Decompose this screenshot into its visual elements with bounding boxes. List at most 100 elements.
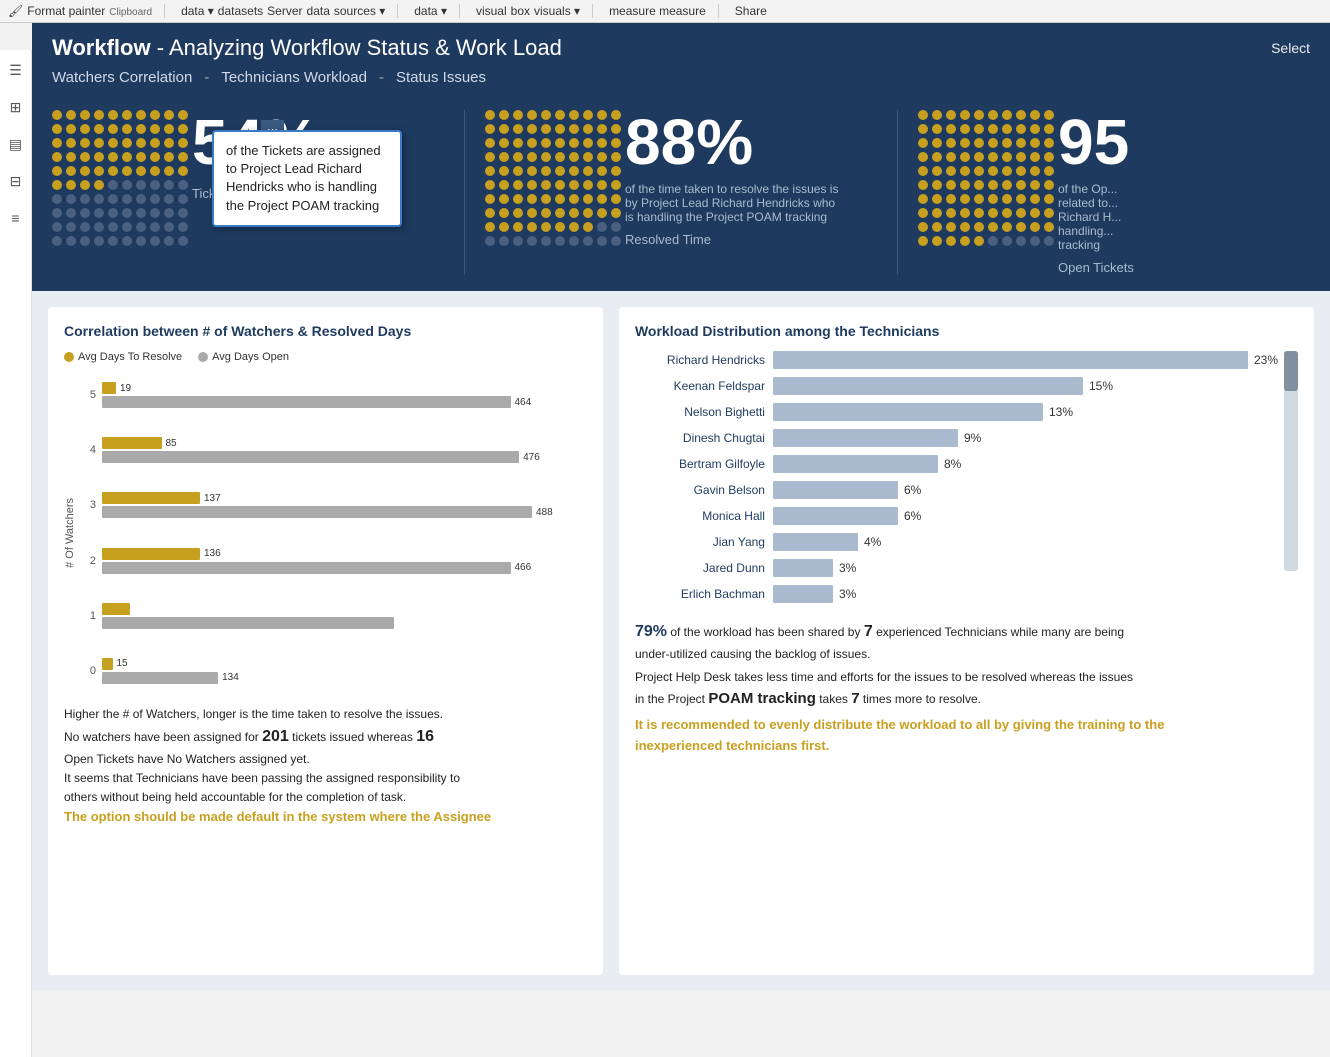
dot-27 xyxy=(1016,138,1026,148)
dot-78 xyxy=(164,208,174,218)
dot-77 xyxy=(1016,208,1026,218)
dot-84 xyxy=(108,222,118,232)
share-btn[interactable]: Share xyxy=(735,4,767,18)
recommendation-text-2: inexperienced technicians first. xyxy=(635,736,1298,757)
dot-31 xyxy=(932,152,942,162)
share-section: Share xyxy=(735,4,767,18)
workload-bar-8 xyxy=(773,559,833,577)
gold-bar-wrap-0: 15 xyxy=(102,658,587,670)
hamburger-icon[interactable]: ☰ xyxy=(5,58,26,83)
dot-53 xyxy=(94,180,104,190)
sources-btn[interactable]: sources ▾ xyxy=(334,4,385,18)
data-btn[interactable]: data ▾ xyxy=(181,4,214,18)
menu-icon[interactable]: ≡ xyxy=(7,206,23,230)
dot-5 xyxy=(122,110,132,120)
dot-33 xyxy=(527,152,537,162)
dot-35 xyxy=(555,152,565,162)
measure-btn[interactable]: measure measure xyxy=(609,4,706,18)
dot-11 xyxy=(66,124,76,134)
paint-icon: 🖌 xyxy=(8,4,23,18)
dot-31 xyxy=(499,152,509,162)
dot-30 xyxy=(52,152,62,162)
dot-61 xyxy=(66,194,76,204)
dot-65 xyxy=(988,194,998,204)
dot-99 xyxy=(178,236,188,246)
correlation-panel: Correlation between # of Watchers & Reso… xyxy=(48,307,603,975)
format-painter-btn[interactable]: 🖌 Format painter xyxy=(8,4,105,18)
bar-row-y2: 2136466 xyxy=(80,539,587,583)
workload-bar-wrap-9: 3% xyxy=(773,585,1278,603)
dot-47 xyxy=(1016,166,1026,176)
dot-14 xyxy=(974,124,984,134)
dot-37 xyxy=(583,152,593,162)
visual-btn[interactable]: visual xyxy=(476,4,507,18)
main-wrapper: Workflow - Analyzing Workflow Status & W… xyxy=(32,23,1330,991)
dot-3 xyxy=(94,110,104,120)
dot-93 xyxy=(960,236,970,246)
list-icon[interactable]: ▤ xyxy=(5,132,26,157)
dot-89 xyxy=(1044,222,1054,232)
dot-14 xyxy=(108,124,118,134)
dot-59 xyxy=(1044,180,1054,190)
dot-59 xyxy=(611,180,621,190)
dot-7 xyxy=(1016,110,1026,120)
gray-bar-wrap-1 xyxy=(102,617,587,629)
server-btn[interactable]: Server xyxy=(267,4,302,18)
dot-22 xyxy=(513,138,523,148)
legend-dot-gray xyxy=(198,352,208,362)
kpi-resolved-time: 88% of the time taken to resolve the iss… xyxy=(485,110,898,275)
dot-40 xyxy=(485,166,495,176)
dot-95 xyxy=(988,236,998,246)
gold-bar-wrap-5: 19 xyxy=(102,382,587,394)
dot-grid-resolved xyxy=(485,110,613,238)
dot-75 xyxy=(122,208,132,218)
gray-bar-4 xyxy=(102,451,519,463)
workload-bar-3 xyxy=(773,429,958,447)
nav-watchers-correlation[interactable]: Watchers Correlation xyxy=(52,69,192,86)
dot-46 xyxy=(569,166,579,176)
dot-80 xyxy=(52,222,62,232)
nav-status-issues[interactable]: Status Issues xyxy=(396,69,486,86)
nav-technicians-workload[interactable]: Technicians Workload xyxy=(221,69,367,86)
queries-data-btn[interactable]: data ▾ xyxy=(414,4,447,18)
datasets-btn[interactable]: datasets xyxy=(218,4,263,18)
dot-96 xyxy=(569,236,579,246)
dot-55 xyxy=(988,180,998,190)
workload-scrollbar[interactable] xyxy=(1284,351,1298,571)
workload-rows: Richard Hendricks23%Keenan Feldspar15%Ne… xyxy=(635,351,1278,603)
dot-55 xyxy=(555,180,565,190)
dot-38 xyxy=(597,152,607,162)
workload-pct-6: 6% xyxy=(904,509,921,523)
workload-row-5: Gavin Belson6% xyxy=(635,481,1278,499)
data2-btn[interactable]: data xyxy=(307,4,330,18)
dot-57 xyxy=(150,180,160,190)
bars-group-2: 136466 xyxy=(102,548,587,574)
scrollbar-thumb[interactable] xyxy=(1284,351,1298,391)
dot-11 xyxy=(499,124,509,134)
dot-38 xyxy=(164,152,174,162)
dot-87 xyxy=(583,222,593,232)
dot-61 xyxy=(932,194,942,204)
dot-89 xyxy=(178,222,188,232)
table-icon[interactable]: ⊟ xyxy=(6,169,26,194)
workload-row-2: Nelson Bighetti13% xyxy=(635,403,1278,421)
select-label[interactable]: Select xyxy=(1271,40,1310,56)
dot-86 xyxy=(1002,222,1012,232)
kpi-percent-resolved: 88% xyxy=(625,110,845,174)
bars-group-5: 19464 xyxy=(102,382,587,408)
dot-44 xyxy=(974,166,984,176)
workload-row-9: Erlich Bachman3% xyxy=(635,585,1278,603)
dot-13 xyxy=(960,124,970,134)
page-header: Workflow - Analyzing Workflow Status & W… xyxy=(32,23,1330,94)
visuals-btn[interactable]: visuals ▾ xyxy=(534,4,580,18)
bar-y-label-4: 4 xyxy=(80,444,96,456)
gray-val-2: 466 xyxy=(515,562,532,573)
dot-24 xyxy=(974,138,984,148)
box-btn[interactable]: box xyxy=(511,4,530,18)
dot-10 xyxy=(918,124,928,134)
grid-icon[interactable]: ⊞ xyxy=(6,95,26,120)
workload-bar-2 xyxy=(773,403,1043,421)
insert-section: visual box visuals ▾ xyxy=(476,4,593,18)
dot-64 xyxy=(541,194,551,204)
dot-45 xyxy=(122,166,132,176)
